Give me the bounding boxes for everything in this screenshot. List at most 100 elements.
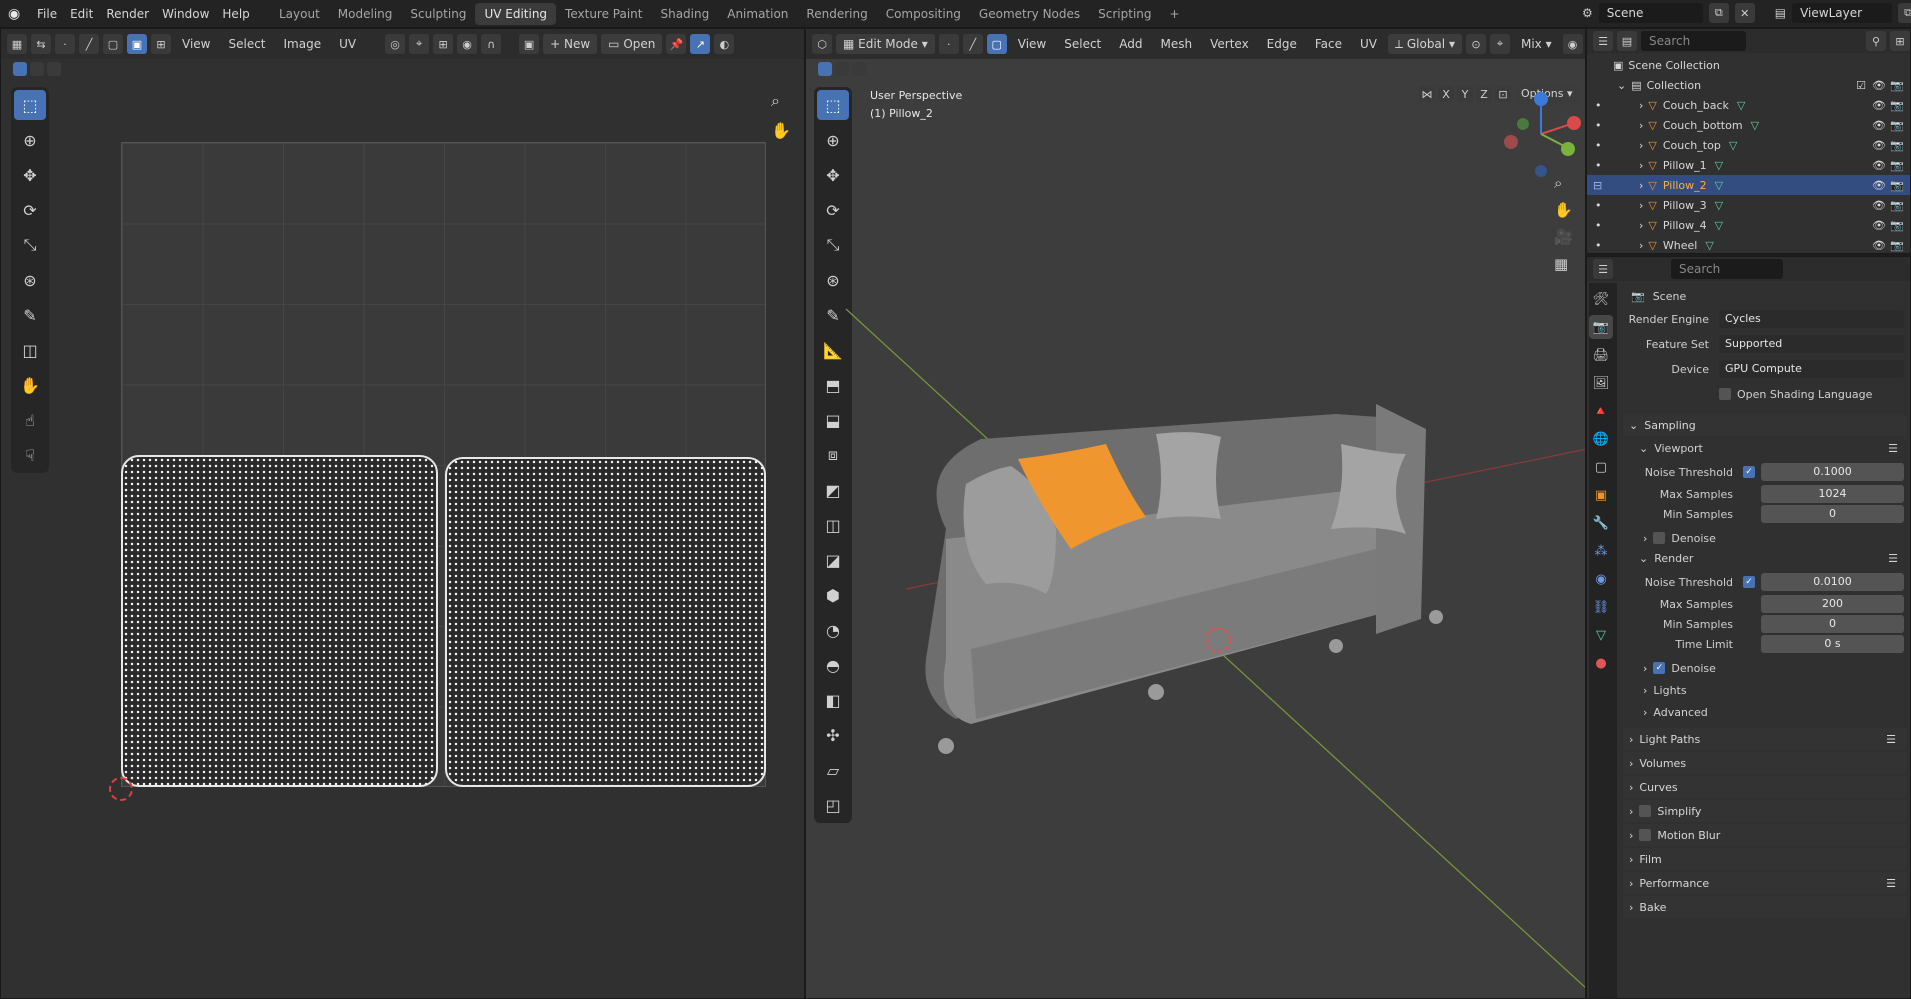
filter-icon[interactable]: ⚲	[1866, 31, 1886, 51]
2d-cursor-icon[interactable]	[109, 777, 133, 801]
relax-tool-icon[interactable]: ☝	[14, 405, 46, 435]
snap-target-icon[interactable]: ⊞	[433, 34, 454, 54]
tab-rendering[interactable]: Rendering	[797, 3, 876, 25]
tab-layout[interactable]: Layout	[270, 3, 329, 25]
mesh-data-icon[interactable]: ▽	[1737, 99, 1745, 112]
vp-menu-vertex[interactable]: Vertex	[1203, 34, 1256, 54]
simplify-checkbox[interactable]	[1639, 805, 1652, 817]
curves-panel[interactable]: › Curves	[1623, 776, 1906, 798]
visibility-icon[interactable]: 👁	[1872, 159, 1886, 172]
pan-icon[interactable]: ✋	[771, 121, 791, 140]
output-tab-icon[interactable]: 🖨	[1589, 343, 1613, 367]
collection-row[interactable]: ⌄ ▤ Collection ☑ 👁 📷	[1587, 75, 1910, 95]
sync-selection-icon[interactable]: ⇆	[31, 34, 51, 54]
move-tool-icon[interactable]: ✥	[14, 160, 46, 190]
vp-denoise-checkbox[interactable]	[1653, 532, 1666, 544]
face-mode-icon[interactable]: ▢	[986, 34, 1007, 54]
render-icon[interactable]: 📷	[1890, 139, 1904, 152]
tab-animation[interactable]: Animation	[718, 3, 797, 25]
edit-mode-indicator-icon[interactable]: ⊟	[1593, 179, 1602, 192]
tab-uv-editing[interactable]: UV Editing	[475, 3, 557, 25]
scene-canvas[interactable]	[806, 59, 1586, 999]
add-workspace-button[interactable]: +	[1161, 3, 1189, 25]
menu-edit[interactable]: Edit	[70, 7, 93, 21]
vertex-select-icon[interactable]: ·	[55, 34, 75, 54]
scene-collection-row[interactable]: ▣ Scene Collection	[1587, 55, 1910, 75]
r-noise-field[interactable]: 0.0100	[1761, 573, 1904, 591]
list-icon[interactable]: ☰	[1886, 877, 1896, 890]
new-image-button[interactable]: + New	[543, 34, 598, 54]
visibility-icon[interactable]: 👁	[1872, 139, 1886, 152]
tab-sculpting[interactable]: Sculpting	[401, 3, 475, 25]
r-min-field[interactable]: 0	[1761, 615, 1904, 633]
outliner-search-input[interactable]: Search	[1641, 31, 1746, 51]
render-icon[interactable]: 📷	[1890, 239, 1904, 252]
blender-logo-icon[interactable]: ◉	[8, 6, 24, 22]
render-icon[interactable]: 📷	[1890, 159, 1904, 172]
menu-help[interactable]: Help	[222, 7, 249, 21]
volumes-panel[interactable]: › Volumes	[1623, 752, 1906, 774]
collection-check-icon[interactable]: ☑	[1856, 79, 1866, 92]
tab-compositing[interactable]: Compositing	[877, 3, 970, 25]
snap-mode-dropdown[interactable]: Mix ▾	[1514, 34, 1559, 54]
outliner-item-pillow-3[interactable]: • › ▽ Pillow_3 ▽ 👁 📷	[1587, 195, 1910, 215]
zoom-icon[interactable]: ⌕	[771, 91, 791, 111]
outliner-item-pillow-1[interactable]: • › ▽ Pillow_1 ▽ 👁 📷	[1587, 155, 1910, 175]
advanced-subpanel[interactable]: › Advanced	[1619, 702, 1910, 722]
vp-menu-mesh[interactable]: Mesh	[1154, 34, 1200, 54]
render-engine-dropdown[interactable]: Cycles	[1719, 310, 1904, 328]
edge-mode-icon[interactable]: ╱	[962, 34, 983, 54]
vp-menu-face[interactable]: Face	[1308, 34, 1349, 54]
vp-noise-checkbox[interactable]: ✓	[1743, 466, 1755, 478]
visibility-icon[interactable]: 👁	[1872, 199, 1886, 212]
render-icon[interactable]: 📷	[1890, 179, 1904, 192]
simplify-panel[interactable]: › Simplify	[1623, 800, 1906, 822]
bake-panel[interactable]: › Bake	[1623, 896, 1906, 918]
vp-pan-icon[interactable]: ✋	[1554, 201, 1573, 219]
menu-file[interactable]: File	[37, 7, 57, 21]
delete-scene-icon[interactable]: ✕	[1734, 3, 1755, 23]
uv-overlay-icon[interactable]: ◐	[714, 34, 735, 54]
mesh-data-icon[interactable]: ▽	[1715, 159, 1723, 172]
mesh-data-icon[interactable]: ▽	[1715, 199, 1723, 212]
constraints-tab-icon[interactable]: ⛓	[1589, 595, 1613, 619]
r-denoise-checkbox[interactable]: ✓	[1653, 662, 1666, 674]
motion-blur-panel[interactable]: › Motion Blur	[1623, 824, 1906, 846]
editor-type-icon[interactable]: ▦	[7, 34, 27, 54]
list-icon[interactable]: ☰	[1888, 552, 1898, 565]
view-layer-tab-icon[interactable]: 🖼	[1589, 371, 1613, 395]
snap-toggle-icon[interactable]: ⌖	[1489, 34, 1510, 54]
tab-modeling[interactable]: Modeling	[329, 3, 402, 25]
transform-tool-icon[interactable]: ⊛	[14, 265, 46, 295]
uv-island-right[interactable]	[445, 457, 766, 787]
proportional-icon[interactable]: ◉	[1562, 34, 1583, 54]
object-tab-icon[interactable]: ▣	[1589, 483, 1613, 507]
mesh-data-icon[interactable]: ▽	[1715, 219, 1723, 232]
render-icon[interactable]: 📷	[1890, 99, 1904, 112]
cursor-tool-icon[interactable]: ⊕	[14, 125, 46, 155]
r-noise-checkbox[interactable]: ✓	[1743, 576, 1755, 588]
vp-menu-edge[interactable]: Edge	[1260, 34, 1304, 54]
r-max-field[interactable]: 200	[1761, 595, 1904, 613]
select-extend-icon[interactable]	[30, 62, 44, 76]
outliner-editor-type-icon[interactable]: ☰	[1593, 31, 1613, 51]
outliner-item-couch-bottom[interactable]: • › ▽ Couch_bottom ▽ 👁 📷	[1587, 115, 1910, 135]
outliner-item-couch-back[interactable]: • › ▽ Couch_back ▽ 👁 📷	[1587, 95, 1910, 115]
viewport-subpanel-header[interactable]: ⌄ Viewport ☰	[1619, 438, 1910, 458]
collection-visibility-icon[interactable]: 👁	[1872, 79, 1886, 92]
pivot-point-icon[interactable]: ⊙	[1465, 34, 1486, 54]
open-image-button[interactable]: ▭ Open	[601, 34, 663, 54]
transform-orientation-dropdown[interactable]: ⟂ Global ▾	[1388, 34, 1462, 54]
mesh-data-icon[interactable]: ▽	[1715, 179, 1723, 192]
data-tab-icon[interactable]: ▽	[1589, 623, 1613, 647]
time-limit-field[interactable]: 0 s	[1761, 635, 1904, 653]
render-icon[interactable]: 📷	[1890, 219, 1904, 232]
tool-tab-icon[interactable]: 🛠	[1589, 287, 1613, 311]
tab-shading[interactable]: Shading	[651, 3, 718, 25]
uv-menu-view[interactable]: View	[175, 34, 217, 54]
particles-tab-icon[interactable]: ⁂	[1589, 539, 1613, 563]
outliner-item-pillow-2[interactable]: ⊟ › ▽ Pillow_2 ▽ 👁 📷	[1587, 175, 1910, 195]
menu-window[interactable]: Window	[162, 7, 209, 21]
feature-set-dropdown[interactable]: Supported	[1719, 335, 1904, 353]
properties-search-input[interactable]: Search	[1671, 259, 1783, 279]
